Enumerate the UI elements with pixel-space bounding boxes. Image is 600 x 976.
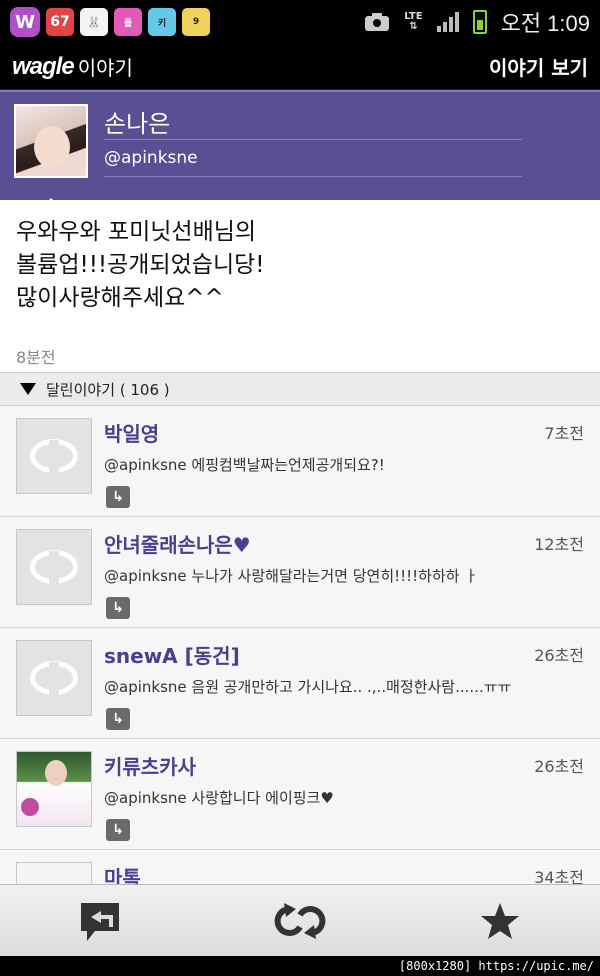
comments-header[interactable]: 달린이야기 ( 106 )	[0, 372, 600, 406]
post-time: 8분전	[16, 348, 56, 367]
comment-list[interactable]: 박일영 7초전 @apinksne 에핑컴백날짜는언제공개되요?! ↳ 안녀줄래…	[0, 406, 600, 884]
comment-author[interactable]: snewA [동건]	[104, 640, 240, 669]
refresh-icon[interactable]	[260, 891, 340, 951]
comment-author[interactable]: 마톡	[104, 862, 141, 884]
comment-author[interactable]: 키류츠카사	[104, 751, 196, 780]
comment-text: @apinksne 에핑컴백날짜는언제공개되요?!	[104, 456, 385, 474]
list-item[interactable]: 박일영 7초전 @apinksne 에핑컴백날짜는언제공개되요?! ↳	[0, 406, 600, 517]
user-avatar[interactable]	[16, 862, 92, 884]
user-avatar[interactable]	[16, 751, 92, 827]
comments-count-label: 달린이야기 ( 106 )	[46, 380, 170, 399]
default-avatar-icon[interactable]	[16, 418, 92, 494]
star-icon[interactable]	[460, 891, 540, 951]
divider	[104, 176, 522, 177]
divider	[104, 139, 522, 140]
profile-avatar[interactable]	[14, 104, 88, 178]
flower-icon[interactable]: 플	[114, 8, 142, 36]
reply-arrow-icon[interactable]: ↳	[106, 708, 130, 730]
reply-icon[interactable]	[60, 891, 140, 951]
comment-text: @apinksne 누나가 사랑해달라는거면 당연히!!!!하하하 ㅏ	[104, 567, 479, 585]
default-avatar-icon[interactable]	[16, 529, 92, 605]
kira-icon[interactable]: 키	[148, 8, 176, 36]
profile-name[interactable]: 손나은	[104, 104, 170, 139]
post-body: 우와우와 포미닛선배님의 볼륨업!!!공개되었습니당! 많이사랑해주세요^^ 8…	[0, 200, 600, 372]
post-text: 우와우와 포미닛선배님의 볼륨업!!!공개되었습니당! 많이사랑해주세요^^	[16, 219, 265, 311]
comment-text: @apinksne 사랑합니다 에이핑크♥	[104, 789, 334, 807]
list-item[interactable]: snewA [동건] 26초전 @apinksne 음원 공개만하고 가시나요.…	[0, 628, 600, 739]
wagle-notification-icon[interactable]: W	[10, 7, 40, 37]
comment-time: 12초전	[534, 535, 584, 554]
app-header: wagle 이야기 이야기 보기	[0, 44, 600, 90]
brand-logo[interactable]: wagle	[12, 53, 75, 81]
battery-icon	[472, 10, 487, 34]
lte-icon: LTE ⇅	[404, 11, 423, 32]
camera-status-icon	[365, 13, 390, 31]
comment-author[interactable]: 박일영	[104, 418, 159, 447]
month-icon[interactable]: 9	[182, 8, 210, 36]
list-item[interactable]: 키류츠카사 26초전 @apinksne 사랑합니다 에이핑크♥ ↳	[0, 739, 600, 850]
list-item[interactable]: 안녀줄래손나은♥ 12초전 @apinksne 누나가 사랑해달라는거면 당연히…	[0, 517, 600, 628]
profile-handle[interactable]: @apinksne	[104, 148, 198, 168]
badge-67-icon[interactable]: 67	[46, 8, 74, 36]
profile-header: 손나은 @apinksne	[0, 90, 600, 200]
comment-text: @apinksne 음원 공개만하고 가시나요.. .,..매정한사람.....…	[104, 678, 512, 696]
notification-icons: W 67 🐰 플 키 9	[10, 7, 210, 37]
comment-time: 26초전	[534, 757, 584, 776]
clock: 오전 1:09	[500, 11, 590, 36]
bottom-toolbar	[0, 884, 600, 956]
reply-arrow-icon[interactable]: ↳	[106, 597, 130, 619]
comment-time: 34초전	[534, 868, 584, 884]
speech-pointer	[42, 198, 60, 207]
comment-time: 7초전	[544, 424, 584, 443]
reply-arrow-icon[interactable]: ↳	[106, 486, 130, 508]
list-item[interactable]: 마톡 34초전	[0, 850, 600, 884]
page-title: 이야기 보기	[489, 56, 588, 80]
rabbit-icon[interactable]: 🐰	[80, 8, 108, 36]
status-bar: W 67 🐰 플 키 9 LTE ⇅ 오전 1:09	[0, 0, 600, 44]
watermark: [800x1280] https://upic.me/	[0, 956, 600, 976]
status-right: LTE ⇅ 오전 1:09	[364, 6, 590, 38]
comment-author[interactable]: 안녀줄래손나은♥	[104, 529, 251, 558]
collapse-triangle-icon	[20, 383, 36, 395]
reply-arrow-icon[interactable]: ↳	[106, 819, 130, 841]
comment-time: 26초전	[534, 646, 584, 665]
default-avatar-icon[interactable]	[16, 640, 92, 716]
brand-subtitle: 이야기	[77, 56, 133, 80]
signal-icon	[436, 12, 459, 32]
